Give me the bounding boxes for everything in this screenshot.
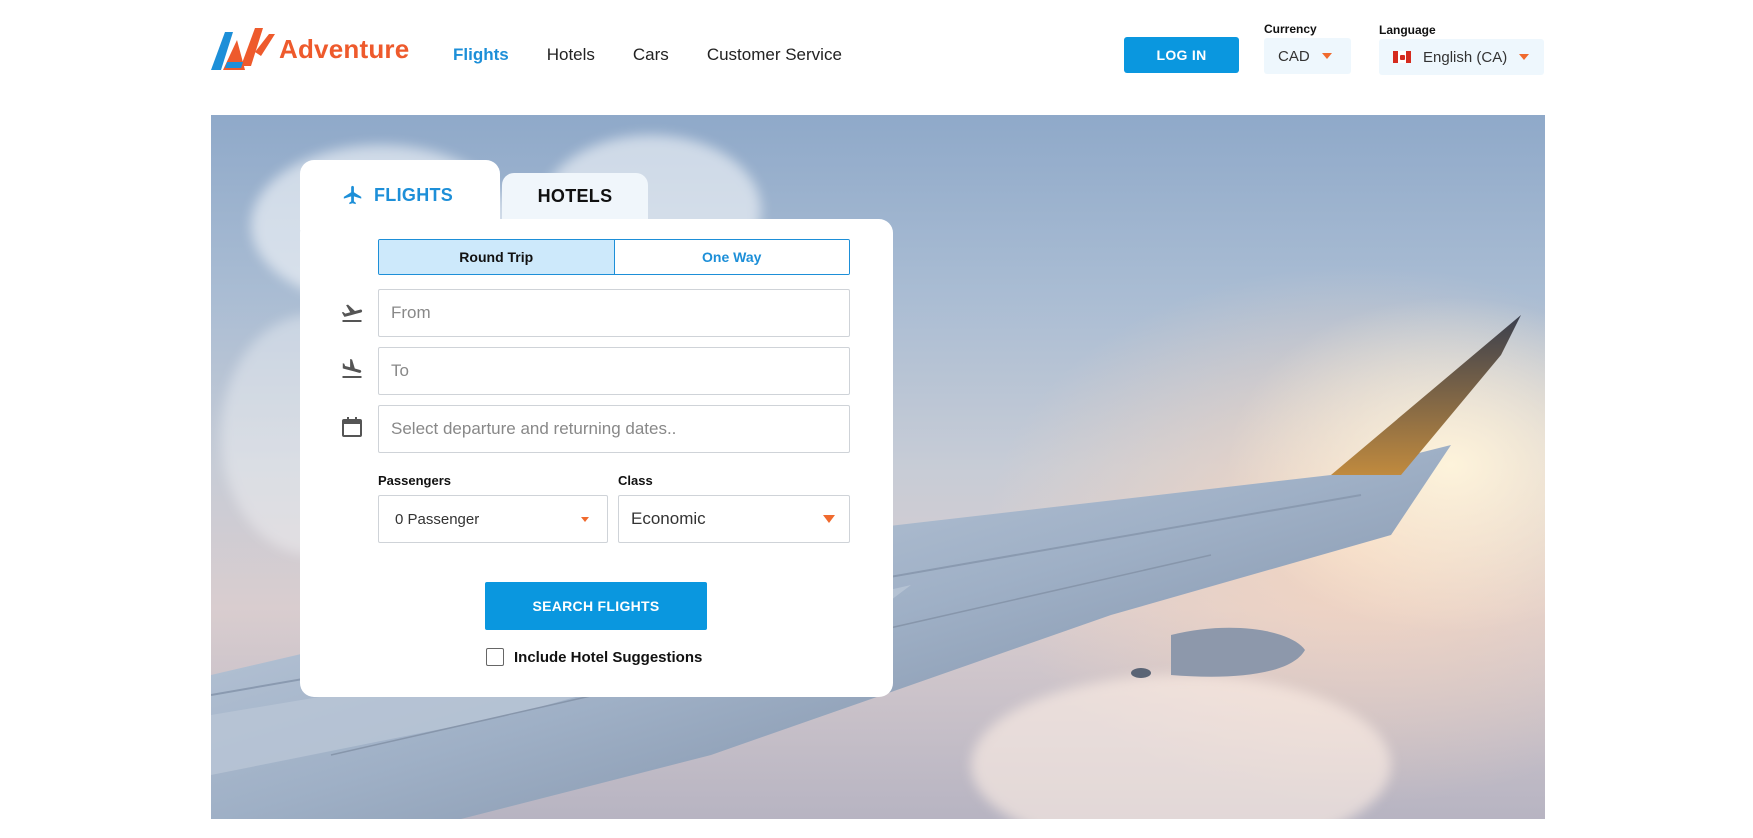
brand-logo[interactable]: Adventure [211,26,409,72]
chevron-down-icon [1519,54,1530,60]
one-way-button[interactable]: One Way [614,240,849,274]
nav-flights[interactable]: Flights [453,45,509,65]
chevron-down-icon [581,516,589,522]
class-value: Economic [631,509,706,528]
tab-flights-label: FLIGHTS [374,184,454,205]
currency-dropdown[interactable]: CAD [1264,38,1351,74]
passengers-label: Passengers [378,473,451,488]
trip-type-toggle: Round Trip One Way [378,239,850,275]
nav-customer-service[interactable]: Customer Service [707,45,842,65]
login-button[interactable]: LOG IN [1124,37,1239,73]
currency-value: CAD [1278,47,1310,65]
brand-name: Adventure [279,33,410,64]
to-input[interactable] [378,347,850,395]
tab-hotels[interactable]: HOTELS [502,173,648,219]
airplane-icon [343,185,362,205]
chevron-down-icon [823,515,835,523]
language-value: English (CA) [1423,48,1508,66]
class-label: Class [618,473,653,488]
nav-hotels[interactable]: Hotels [547,45,595,65]
passengers-value: 0 Passenger [395,510,480,528]
language-dropdown[interactable]: English (CA) [1379,39,1544,75]
currency-label: Currency [1264,22,1317,36]
brand-logo-icon [211,28,275,70]
class-select[interactable]: Economic [618,495,850,543]
include-hotels-checkbox[interactable] [486,648,504,666]
chevron-down-icon [1321,53,1332,59]
search-flights-button[interactable]: SEARCH FLIGHTS [485,582,707,630]
site-header: Adventure Flights Hotels Cars Customer S… [0,0,1753,103]
calendar-icon [342,417,362,437]
from-input[interactable] [378,289,850,337]
round-trip-button[interactable]: Round Trip [379,240,615,274]
main-nav: Flights Hotels Cars Customer Service [453,45,880,65]
include-hotels-label[interactable]: Include Hotel Suggestions [514,649,702,666]
canada-flag-icon [1393,51,1411,63]
landing-icon [342,359,362,378]
include-hotels-option: Include Hotel Suggestions [486,648,702,666]
dates-input[interactable] [378,405,850,453]
tab-flights[interactable]: FLIGHTS [300,160,500,230]
passengers-select[interactable]: 0 Passenger [378,495,608,543]
takeoff-icon [341,304,363,322]
nav-cars[interactable]: Cars [633,45,669,65]
language-label: Language [1379,23,1436,37]
